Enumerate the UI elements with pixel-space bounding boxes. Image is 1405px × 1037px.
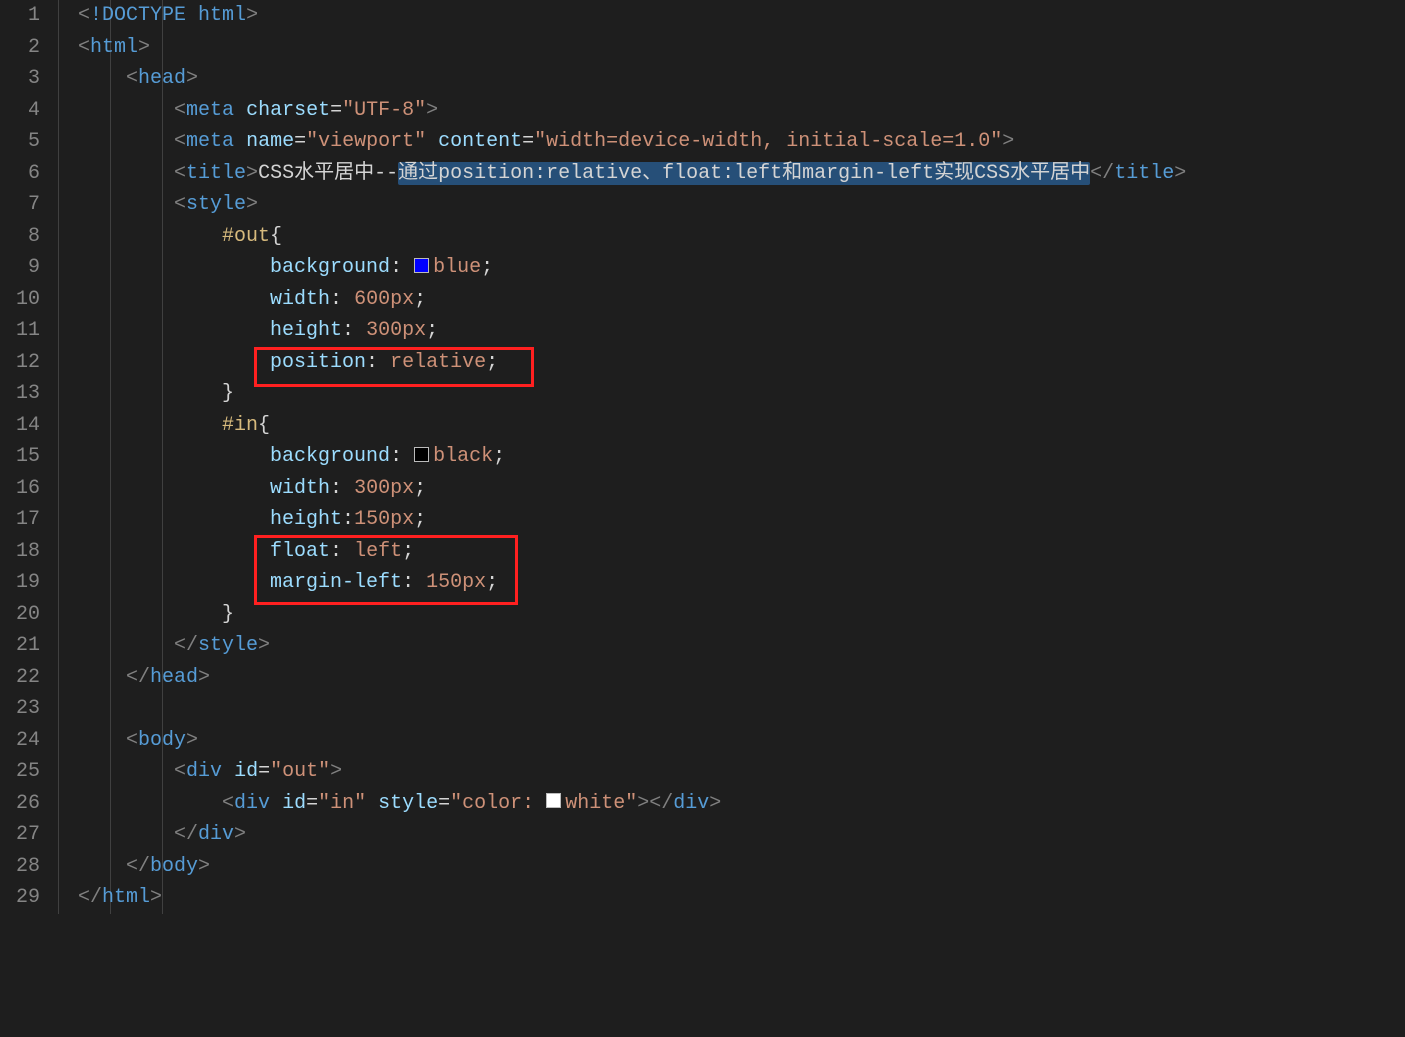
- line-number: 11: [0, 315, 40, 347]
- code-line[interactable]: </body>: [78, 851, 1405, 883]
- code-line[interactable]: [78, 693, 1405, 725]
- code-line[interactable]: <html>: [78, 32, 1405, 64]
- code-line[interactable]: </head>: [78, 662, 1405, 694]
- code-line[interactable]: <div id="in" style="color: white"></div>: [78, 788, 1405, 820]
- line-number: 8: [0, 221, 40, 253]
- line-number: 26: [0, 788, 40, 820]
- line-number: 29: [0, 882, 40, 914]
- code-line[interactable]: <body>: [78, 725, 1405, 757]
- line-number: 13: [0, 378, 40, 410]
- code-line[interactable]: <style>: [78, 189, 1405, 221]
- line-number: 28: [0, 851, 40, 883]
- line-number: 5: [0, 126, 40, 158]
- code-line[interactable]: #out{: [78, 221, 1405, 253]
- line-number: 23: [0, 693, 40, 725]
- line-number: 20: [0, 599, 40, 631]
- color-swatch-blue-icon: [414, 258, 429, 273]
- line-number: 4: [0, 95, 40, 127]
- code-line[interactable]: background: black;: [78, 441, 1405, 473]
- line-number: 21: [0, 630, 40, 662]
- code-content[interactable]: <!DOCTYPE html> <html> <head> <meta char…: [58, 0, 1405, 914]
- color-swatch-white-icon: [546, 793, 561, 808]
- code-line[interactable]: </div>: [78, 819, 1405, 851]
- color-swatch-black-icon: [414, 447, 429, 462]
- code-editor[interactable]: 1 2 3 4 5 6 7 8 9 10 11 12 13 14 15 16 1…: [0, 0, 1405, 914]
- code-line[interactable]: height: 300px;: [78, 315, 1405, 347]
- line-number: 16: [0, 473, 40, 505]
- code-line[interactable]: }: [78, 378, 1405, 410]
- code-line[interactable]: float: left;: [78, 536, 1405, 568]
- line-number: 24: [0, 725, 40, 757]
- line-number-gutter: 1 2 3 4 5 6 7 8 9 10 11 12 13 14 15 16 1…: [0, 0, 58, 914]
- code-line[interactable]: <div id="out">: [78, 756, 1405, 788]
- code-line[interactable]: <meta charset="UTF-8">: [78, 95, 1405, 127]
- code-line[interactable]: background: blue;: [78, 252, 1405, 284]
- line-number: 3: [0, 63, 40, 95]
- line-number: 18: [0, 536, 40, 568]
- code-line[interactable]: #in{: [78, 410, 1405, 442]
- line-number: 15: [0, 441, 40, 473]
- line-number: 22: [0, 662, 40, 694]
- line-number: 19: [0, 567, 40, 599]
- code-line[interactable]: <head>: [78, 63, 1405, 95]
- code-line[interactable]: <meta name="viewport" content="width=dev…: [78, 126, 1405, 158]
- line-number: 10: [0, 284, 40, 316]
- code-line[interactable]: <!DOCTYPE html>: [78, 0, 1405, 32]
- line-number: 2: [0, 32, 40, 64]
- code-line[interactable]: width: 300px;: [78, 473, 1405, 505]
- indent-guide: [58, 0, 59, 914]
- line-number: 6: [0, 158, 40, 190]
- code-line[interactable]: <title>CSS水平居中--通过position:relative、floa…: [78, 158, 1405, 190]
- code-line[interactable]: position: relative;: [78, 347, 1405, 379]
- line-number: 12: [0, 347, 40, 379]
- code-line[interactable]: </html>: [78, 882, 1405, 914]
- text-selection: 通过position:relative、float:left和margin-le…: [398, 162, 1090, 185]
- code-line[interactable]: height:150px;: [78, 504, 1405, 536]
- code-line[interactable]: }: [78, 599, 1405, 631]
- code-line[interactable]: margin-left: 150px;: [78, 567, 1405, 599]
- line-number: 9: [0, 252, 40, 284]
- code-line[interactable]: width: 600px;: [78, 284, 1405, 316]
- line-number: 14: [0, 410, 40, 442]
- line-number: 27: [0, 819, 40, 851]
- code-line[interactable]: </style>: [78, 630, 1405, 662]
- line-number: 25: [0, 756, 40, 788]
- line-number: 1: [0, 0, 40, 32]
- line-number: 17: [0, 504, 40, 536]
- line-number: 7: [0, 189, 40, 221]
